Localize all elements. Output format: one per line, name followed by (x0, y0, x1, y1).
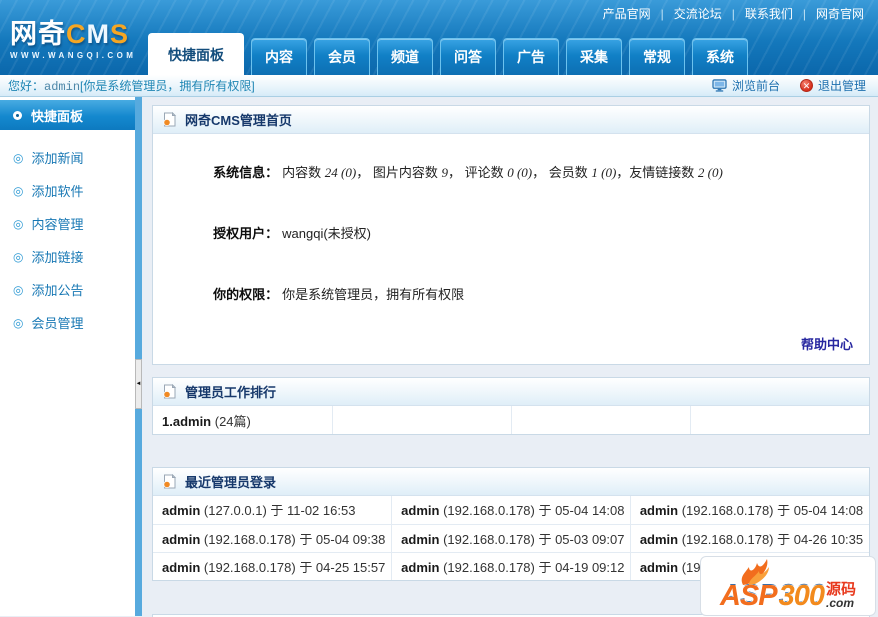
sidebar-header-quick-panel[interactable]: 快捷面板 (0, 100, 135, 130)
bullseye-icon: ◎ (13, 183, 24, 198)
tab-system[interactable]: 系统 (692, 38, 748, 75)
top-links: 产品官网 | 交流论坛 | 联系我们 | 网奇官网 (603, 5, 864, 22)
tab-general[interactable]: 常规 (629, 38, 685, 75)
login-entry: admin (192.168.0.178) 于 04-25 15:57 (153, 551, 393, 580)
top-link-separator: | (802, 6, 806, 21)
top-link-contact[interactable]: 联系我们 (745, 5, 793, 22)
logout-link[interactable]: ✕ 退出管理 (799, 77, 866, 94)
logo-letter-c: C (66, 19, 87, 49)
system-info-line: 系统信息： 内容数 24 (0)， 图片内容数 9， 评论数 0 (0)， 会员数… (213, 165, 723, 180)
document-icon (163, 474, 177, 489)
bullseye-icon: ◎ (13, 150, 24, 165)
document-icon (163, 112, 177, 127)
ranking-cell (510, 406, 691, 434)
table-row: 1.admin (24篇) (153, 406, 869, 434)
bullseye-icon: ◎ (13, 282, 24, 297)
greeting-text: 您好：admin[你是系统管理员，拥有所有权限] (8, 79, 255, 94)
logo-letter-m: M (86, 19, 110, 49)
radio-bullet-icon (13, 110, 22, 120)
tab-ads[interactable]: 广告 (503, 38, 559, 75)
current-username: admin (44, 80, 81, 94)
login-entry: admin (192.168.0.178) 于 05-04 14:08 (391, 496, 631, 525)
browse-frontend-link[interactable]: 浏览前台 (712, 77, 780, 94)
panel-admin-ranking: 管理员工作排行 1.admin (24篇) (152, 377, 870, 435)
sidebar-item-add-notice[interactable]: ◎ 添加公告 (0, 274, 135, 305)
main-content: 网奇CMS管理首页 系统信息： 内容数 24 (0)， 图片内容数 9， 评论数 … (142, 97, 878, 617)
logout-x-icon: ✕ (799, 79, 813, 92)
panel-cms-home: 网奇CMS管理首页 系统信息： 内容数 24 (0)， 图片内容数 9， 评论数 … (152, 105, 870, 365)
tab-channel[interactable]: 频道 (377, 38, 433, 75)
login-entry: admin (192.168.0.178) 于 04-19 09:12 (391, 551, 631, 580)
sidebar-item-add-software[interactable]: ◎ 添加软件 (0, 175, 135, 206)
flame-icon (741, 559, 769, 585)
login-entry: admin (192.168.0.178) 于 04-26 10:35 (629, 523, 869, 553)
top-link-official-site[interactable]: 网奇官网 (816, 5, 864, 22)
login-entry: admin (192.168.0.178) 于 05-04 14:08 (629, 496, 869, 525)
sidebar-item-add-news[interactable]: ◎ 添加新闻 (0, 142, 135, 173)
logo-letter-s: S (110, 19, 130, 49)
asp-logo-com: .com (826, 596, 855, 610)
sidebar-item-content-manage[interactable]: ◎ 内容管理 (0, 208, 135, 239)
sidebar-splitter[interactable]: ◄ (135, 97, 142, 616)
top-link-separator: | (660, 6, 664, 21)
ranking-table: 1.admin (24篇) (153, 406, 869, 434)
top-link-product-site[interactable]: 产品官网 (603, 5, 651, 22)
tab-member[interactable]: 会员 (314, 38, 370, 75)
document-icon (163, 384, 177, 399)
login-entry: admin (127.0.0.1) 于 11-02 16:53 (153, 496, 393, 525)
top-link-separator: | (731, 6, 735, 21)
monitor-icon (712, 79, 727, 92)
login-entry: admin (192.168.0.178) 于 05-03 09:07 (391, 523, 631, 553)
sidebar-item-add-link[interactable]: ◎ 添加链接 (0, 241, 135, 272)
ranking-cell (331, 406, 512, 434)
bullseye-icon: ◎ (13, 315, 24, 330)
bullseye-icon: ◎ (13, 249, 24, 264)
collapse-arrow-icon: ◄ (135, 381, 142, 387)
logo-subtitle: WWW.WANGQI.COM (10, 51, 137, 60)
permission-line: 你的权限： 你是系统管理员，拥有所有权限 (213, 287, 465, 302)
help-center-link[interactable]: 帮助中心 (801, 337, 853, 352)
asp-logo-text: ASP (719, 579, 778, 612)
tab-qa[interactable]: 问答 (440, 38, 496, 75)
logo-text-cn: 网奇 (10, 19, 66, 49)
ranking-cell (689, 406, 869, 434)
sidebar: 快捷面板 ◎ 添加新闻 ◎ 添加软件 ◎ 内容管理 ◎ 添加链接 ◎ 添加公告 (0, 97, 135, 616)
asp-logo-number: 300 (778, 579, 825, 612)
login-entry: admin (192.168.0.178) 于 05-04 09:38 (153, 523, 393, 553)
panel-title: 最近管理员登录 (185, 475, 277, 490)
wangqi-cms-logo: 网奇CMS WWW.WANGQI.COM (10, 21, 136, 60)
panel-title: 网奇CMS管理首页 (185, 113, 292, 128)
ranking-cell: 1.admin (24篇) (153, 406, 333, 434)
tab-content[interactable]: 内容 (251, 38, 307, 75)
asp300-logo[interactable]: ASP 300 源码 .com (700, 556, 876, 616)
tab-collect[interactable]: 采集 (566, 38, 622, 75)
user-status-bar: 您好：admin[你是系统管理员，拥有所有权限] 浏览前台 ✕ 退出管理 (0, 75, 878, 97)
app-header: 产品官网 | 交流论坛 | 联系我们 | 网奇官网 网奇CMS WWW.WANG… (0, 0, 878, 75)
bullseye-icon: ◎ (13, 216, 24, 231)
asp-logo-cn: 源码 (826, 581, 857, 598)
sidebar-item-member-manage[interactable]: ◎ 会员管理 (0, 307, 135, 338)
main-nav-tabs: 快捷面板 内容 会员 频道 问答 广告 采集 常规 系统 (148, 33, 748, 75)
table-row: admin (127.0.0.1) 于 11-02 16:53 admin (1… (153, 496, 869, 525)
table-row: admin (192.168.0.178) 于 05-04 09:38 admi… (153, 523, 869, 553)
sidebar-collapse-handle[interactable]: ◄ (135, 359, 142, 409)
tab-quick-panel[interactable]: 快捷面板 (148, 33, 244, 75)
auth-user-line: 授权用户： wangqi(未授权) (213, 226, 371, 241)
top-link-forum[interactable]: 交流论坛 (674, 5, 722, 22)
panel-title: 管理员工作排行 (185, 385, 277, 400)
